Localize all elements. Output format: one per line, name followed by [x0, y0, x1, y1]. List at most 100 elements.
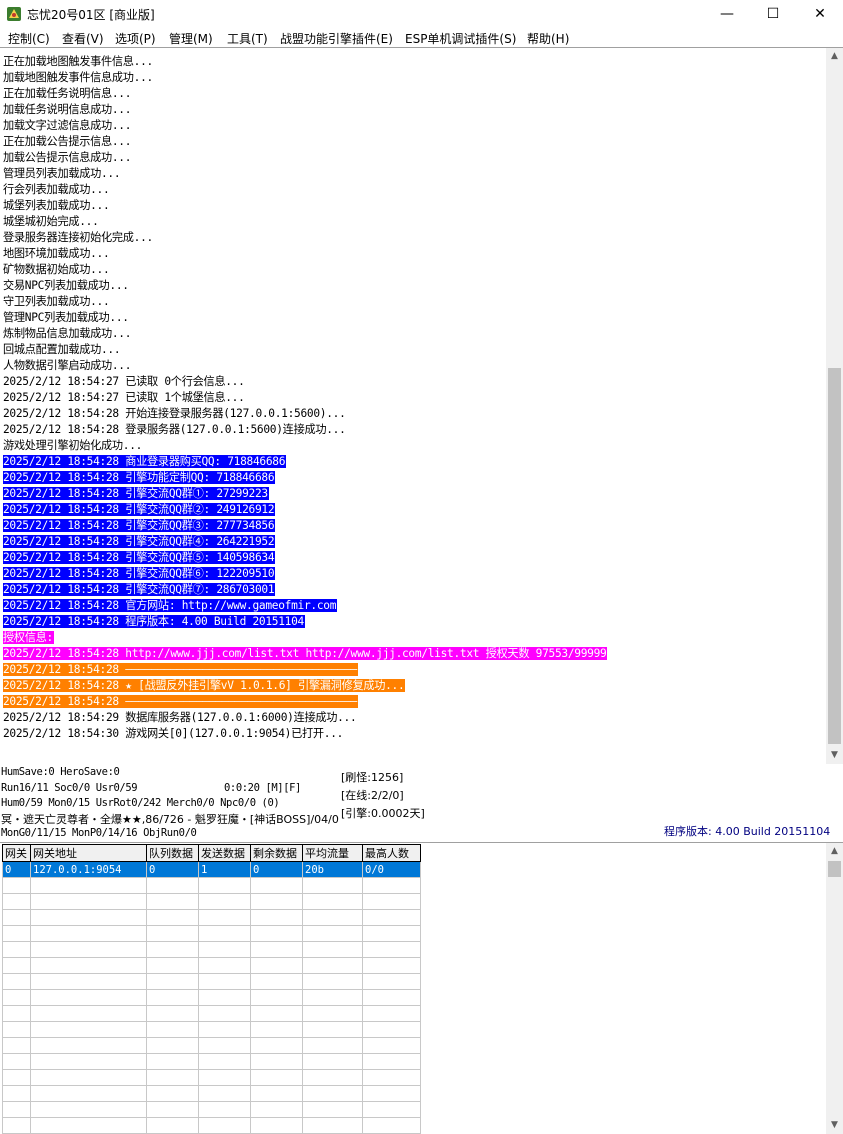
log-line: 交易NPC列表加载成功...	[3, 278, 821, 294]
log-pane[interactable]: 正在加载地图触发事件信息... 加载地图触发事件信息成功... 正在加载任务说明信息…	[0, 47, 843, 765]
table-cell: 127.0.0.1:9054	[30, 861, 147, 878]
table-cell	[30, 989, 147, 1006]
log-line: 2025/2/12 18:54:28 引擎交流QQ群②: 249126912	[3, 502, 821, 518]
table-cell	[2, 1101, 31, 1118]
table-cell	[2, 1069, 31, 1086]
table-row[interactable]	[2, 925, 421, 942]
menu-view[interactable]: 查看(V)	[62, 30, 104, 47]
column-header[interactable]: 最高人数	[362, 844, 421, 862]
table-cell	[250, 957, 303, 974]
log-line: 登录服务器连接初始化完成...	[3, 230, 821, 246]
scroll-up-icon[interactable]: ▲	[826, 48, 843, 65]
table-cell	[362, 973, 421, 990]
column-header[interactable]: 发送数据	[198, 844, 251, 862]
column-header[interactable]: 队列数据	[146, 844, 199, 862]
table-cell	[2, 1021, 31, 1038]
table-cell	[146, 989, 199, 1006]
menu-tools[interactable]: 工具(T)	[227, 30, 268, 47]
menu-control[interactable]: 控制(C)	[8, 30, 50, 47]
status-area: HumSave:0 HeroSave:0 Run16/11 Soc0/0 Usr…	[0, 764, 843, 843]
table-row[interactable]	[2, 1005, 421, 1022]
log-line-text: 城堡城初始完成...	[3, 215, 99, 228]
scroll-up-icon[interactable]: ▲	[826, 843, 843, 860]
table-cell	[2, 1117, 31, 1134]
table-cell	[302, 1117, 363, 1134]
scroll-down-icon[interactable]: ▼	[826, 747, 843, 764]
log-line-text: 2025/2/12 18:54:28 官方网站: http://www.game…	[3, 599, 338, 612]
table-row[interactable]	[2, 1037, 421, 1054]
table-row[interactable]	[2, 893, 421, 910]
log-line: 矿物数据初始成功...	[3, 262, 821, 278]
log-line-text: 城堡列表加载成功...	[3, 199, 110, 212]
minimize-button[interactable]: —	[704, 0, 750, 28]
table-row[interactable]	[2, 941, 421, 958]
table-cell	[362, 1117, 421, 1134]
column-header[interactable]: 网关地址	[30, 844, 147, 862]
table-row[interactable]	[2, 877, 421, 894]
menu-help[interactable]: 帮助(H)	[527, 30, 569, 47]
table-row[interactable]	[2, 973, 421, 990]
table-cell	[362, 893, 421, 910]
menu-options[interactable]: 选项(P)	[115, 30, 156, 47]
gateway-table[interactable]: 网关 网关地址 队列数据 发送数据 剩余数据 平均流量 最高人数 0 127.0.0.1:90…	[2, 844, 421, 1134]
table-cell	[250, 1117, 303, 1134]
menu-esp-plugin[interactable]: ESP单机调试插件(S)	[405, 30, 516, 47]
table-cell	[362, 877, 421, 894]
log-line: 2025/2/12 18:54:28 ★ [战盟反外挂引擎vV 1.0.1.6]…	[3, 678, 821, 694]
scroll-down-icon[interactable]: ▼	[826, 1117, 843, 1134]
monster-status: MonG0/11/15 MonP0/14/16 ObjRun0/0	[1, 827, 197, 839]
log-line-text: 加载任务说明信息成功...	[3, 103, 132, 116]
log-line: 2025/2/12 18:54:28 引擎交流QQ群⑤: 140598634	[3, 550, 821, 566]
menu-manage[interactable]: 管理(M)	[169, 30, 213, 47]
table-cell: 0	[146, 861, 199, 878]
log-line-text: 地图环境加载成功...	[3, 247, 110, 260]
table-cell	[146, 893, 199, 910]
table-row[interactable]	[2, 989, 421, 1006]
log-line-text: 炼制物品信息加载成功...	[3, 327, 132, 340]
table-row[interactable]	[2, 1021, 421, 1038]
table-cell	[30, 1005, 147, 1022]
table-cell	[146, 1117, 199, 1134]
gateway-grid[interactable]: 网关 网关地址 队列数据 发送数据 剩余数据 平均流量 最高人数 0 127.0.0.1:90…	[0, 843, 843, 1134]
table-cell	[198, 957, 251, 974]
log-line-text: 2025/2/12 18:54:28 —————————————————————…	[3, 695, 358, 708]
title-bar: 忘忧20号01区 [商业版] — ☐ ✕	[0, 0, 843, 29]
log-line: 2025/2/12 18:54:28 引擎交流QQ群③: 277734856	[3, 518, 821, 534]
column-header[interactable]: 剩余数据	[250, 844, 303, 862]
table-cell	[146, 925, 199, 942]
log-scrollbar[interactable]: ▲ ▼	[826, 48, 843, 764]
log-line: 2025/2/12 18:54:28 官方网站: http://www.game…	[3, 598, 821, 614]
table-cell	[198, 893, 251, 910]
scroll-thumb[interactable]	[828, 861, 841, 877]
table-row[interactable]	[2, 1069, 421, 1086]
column-header[interactable]: 平均流量	[302, 844, 363, 862]
table-cell	[146, 1053, 199, 1070]
table-cell	[2, 893, 31, 910]
table-row[interactable]	[2, 957, 421, 974]
menu-engine-plugin[interactable]: 战盟功能引擎插件(E)	[280, 30, 393, 47]
log-line: 回城点配置加载成功...	[3, 342, 821, 358]
column-header[interactable]: 网关	[2, 844, 31, 862]
table-cell	[146, 1005, 199, 1022]
grid-scrollbar[interactable]: ▲ ▼	[826, 843, 843, 1134]
table-row[interactable]: 0 127.0.0.1:9054 0 1 0 20b 0/0	[2, 861, 421, 878]
maximize-button[interactable]: ☐	[750, 0, 796, 28]
table-cell	[30, 1037, 147, 1054]
log-line-text: 2025/2/12 18:54:28 —————————————————————…	[3, 663, 358, 676]
table-row[interactable]	[2, 1053, 421, 1070]
table-row[interactable]	[2, 1085, 421, 1102]
refresh-monster-count: [刷怪:1256]	[341, 771, 404, 784]
scroll-thumb[interactable]	[828, 368, 841, 744]
log-line: 守卫列表加载成功...	[3, 294, 821, 310]
table-row[interactable]	[2, 1101, 421, 1118]
run-status: Run16/11 Soc0/0 Usr0/59	[1, 782, 138, 794]
close-button[interactable]: ✕	[797, 0, 843, 28]
table-cell	[2, 989, 31, 1006]
log-line: 2025/2/12 18:54:27 已读取 0个行会信息...	[3, 374, 821, 390]
table-row[interactable]	[2, 1117, 421, 1134]
table-cell: 0	[2, 861, 31, 878]
log-line-text: 2025/2/12 18:54:28 开始连接登录服务器(127.0.0.1:5…	[3, 407, 346, 420]
table-row[interactable]	[2, 909, 421, 926]
table-cell	[146, 909, 199, 926]
table-cell	[302, 877, 363, 894]
